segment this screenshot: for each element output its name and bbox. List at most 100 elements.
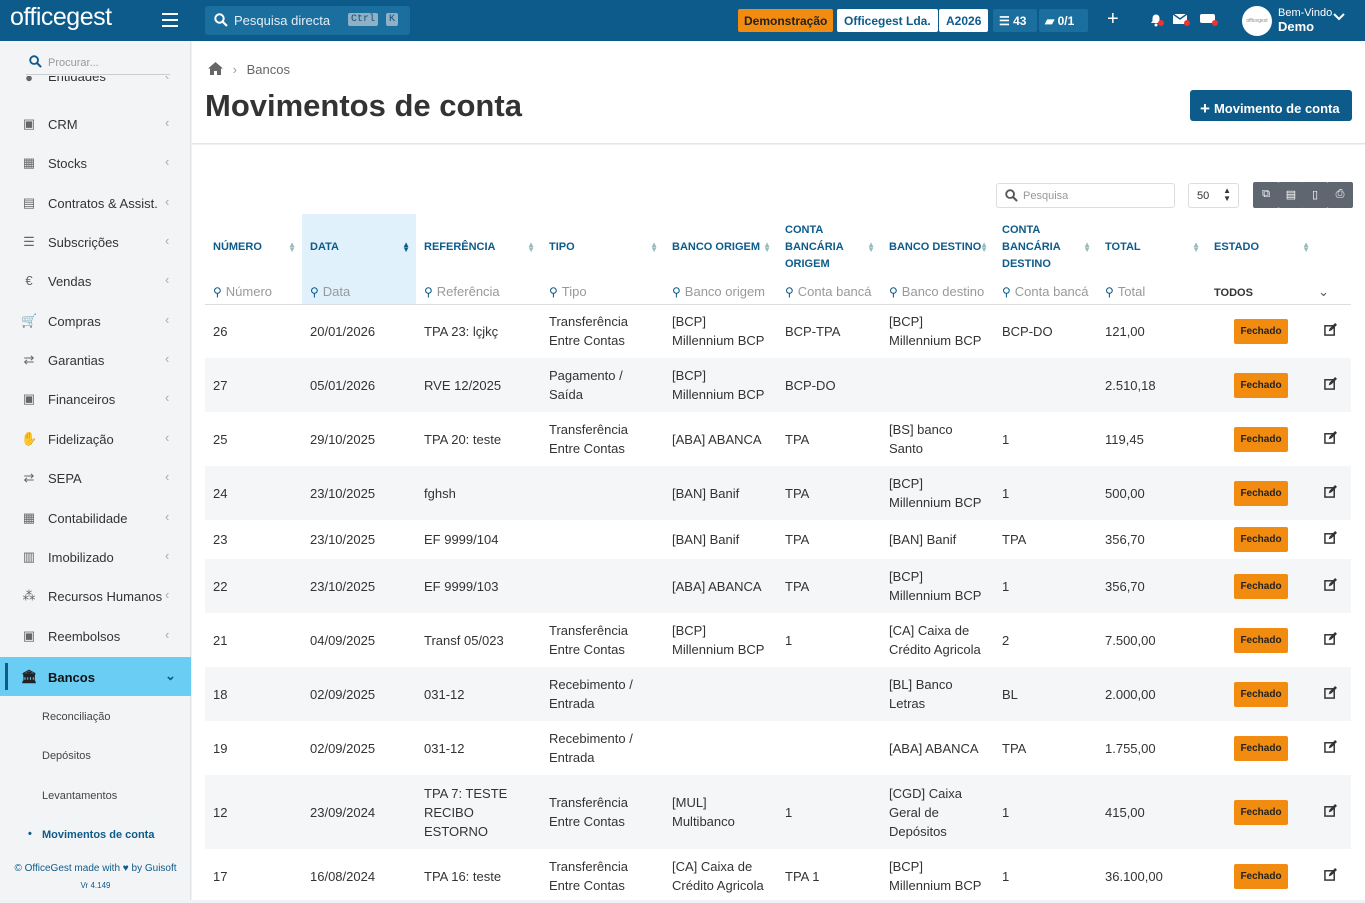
col-header-conta-origem[interactable]: CONTA BANCÁRIA ORIGEM ▲ ▼ bbox=[777, 214, 881, 280]
chat-icon[interactable] bbox=[1199, 11, 1219, 32]
edit-icon[interactable] bbox=[1324, 484, 1337, 501]
year-badge[interactable]: A2026 bbox=[939, 9, 989, 32]
cell-estado: Fechado bbox=[1206, 775, 1316, 849]
table-row[interactable]: 22 23/10/2025 EF 9999/103 [ABA] ABANCA TPA [B… bbox=[205, 559, 1351, 613]
user-menu[interactable]: Bem-Vindo Demo bbox=[1278, 7, 1332, 35]
edit-icon[interactable] bbox=[1324, 739, 1337, 756]
filter-banco-destino[interactable]: ⚲ Banco destino bbox=[881, 280, 994, 305]
sidebar-item-imobilizado[interactable]: ▥ Imobilizado ‹ bbox=[0, 537, 191, 576]
col-header-conta-destino[interactable]: CONTA BANCÁRIA DESTINO ▲ ▼ bbox=[994, 214, 1097, 280]
menu-toggle-icon[interactable] bbox=[162, 13, 178, 27]
cell-corig: TPA 1 bbox=[785, 868, 820, 884]
chevron-down-icon[interactable] bbox=[1333, 12, 1345, 24]
table-row[interactable]: 27 05/01/2026 RVE 12/2025 Pagamento / Saída… bbox=[205, 358, 1351, 412]
company-badge[interactable]: Officegest Lda. bbox=[837, 9, 938, 32]
table-row[interactable]: 24 23/10/2025 fghsh [BAN] Banif TPA [BCP] Mil… bbox=[205, 466, 1351, 520]
table-search-input[interactable]: Pesquisa bbox=[996, 183, 1175, 208]
table-row[interactable]: 17 16/08/2024 TPA 16: teste Transferência E… bbox=[205, 849, 1351, 903]
cell-borig bbox=[664, 667, 777, 721]
col-header-banco-origem[interactable]: BANCO ORIGEM ▲ ▼ bbox=[664, 214, 777, 280]
filter-total[interactable]: ⚲ Total bbox=[1097, 280, 1206, 305]
breadcrumb-bancos[interactable]: Bancos bbox=[247, 62, 290, 77]
filter-conta-destino[interactable]: ⚲ Conta bancá bbox=[994, 280, 1097, 305]
sidebar-item-reembolsos[interactable]: ▣ Reembolsos ‹ bbox=[0, 616, 191, 655]
sidebar-search-input[interactable]: Procurar... bbox=[26, 51, 170, 75]
sidebar-item-fidelizacao[interactable]: ✋ Fidelização ‹ bbox=[0, 419, 191, 458]
sidebar-item-financeiros[interactable]: ▣ Financeiros ‹ bbox=[0, 379, 191, 418]
col-header-data[interactable]: DATA ▲ ▼ bbox=[302, 214, 416, 280]
folders-counter[interactable]: ▰ 0/1 bbox=[1039, 9, 1088, 32]
sidebar-subitem-movimentos[interactable]: • Movimentos de conta bbox=[28, 828, 154, 841]
table-row[interactable]: 12 23/09/2024 TPA 7: TESTE RECIBO ESTORNO T… bbox=[205, 775, 1351, 849]
sidebar-item-subscricoes[interactable]: ☰ Subscrições ‹ bbox=[0, 222, 191, 261]
sidebar-item-garantias[interactable]: ⇄ Garantias ‹ bbox=[0, 340, 191, 379]
sidebar-item-crm[interactable]: ▣ CRM ‹ bbox=[0, 104, 191, 143]
sidebar-item-contratos[interactable]: ▤ Contratos & Assist. ‹ bbox=[0, 183, 191, 222]
cell-borig: [BCP] Millennium BCP bbox=[672, 623, 765, 657]
sidebar-subitem-depositos[interactable]: Depósitos bbox=[42, 750, 91, 762]
filter-tipo[interactable]: ⚲ Tipo bbox=[541, 280, 664, 305]
excel-export-button[interactable]: ▤ bbox=[1278, 182, 1304, 208]
edit-icon[interactable] bbox=[1324, 430, 1337, 447]
table-row[interactable]: 26 20/01/2026 TPA 23: lçjkç Transferência E… bbox=[205, 304, 1351, 358]
bell-icon[interactable] bbox=[1148, 11, 1164, 32]
sidebar-item-label: Bancos bbox=[48, 670, 95, 685]
demo-badge[interactable]: Demonstração bbox=[738, 9, 834, 32]
table-row[interactable]: 21 04/09/2025 Transf 05/023 Transferência E… bbox=[205, 613, 1351, 667]
pdf-export-button[interactable]: ▯ bbox=[1302, 182, 1328, 208]
edit-icon[interactable] bbox=[1324, 867, 1337, 884]
sidebar-item-stocks[interactable]: ▦ Stocks ‹ bbox=[0, 143, 191, 182]
sidebar-item-vendas[interactable]: € Vendas ‹ bbox=[0, 261, 191, 300]
sidebar-item-contabilidade[interactable]: ▦ Contabilidade ‹ bbox=[0, 498, 191, 537]
filter-referencia[interactable]: ⚲ Referência bbox=[416, 280, 541, 305]
edit-icon[interactable] bbox=[1324, 376, 1337, 393]
table-row[interactable]: 19 02/09/2025 031-12 Recebimento / Entrada [… bbox=[205, 721, 1351, 775]
col-header-banco-destino[interactable]: BANCO DESTINO ▲ ▼ bbox=[881, 214, 994, 280]
sidebar-item-entidades[interactable]: ● Entidades ‹ bbox=[0, 76, 191, 90]
sidebar-item-compras[interactable]: 🛒 Compras ‹ bbox=[0, 301, 191, 340]
filter-banco-origem[interactable]: ⚲ Banco origem bbox=[664, 280, 777, 305]
cell-borig bbox=[664, 721, 777, 775]
table-row[interactable]: 25 29/10/2025 TPA 20: teste Transferência E… bbox=[205, 412, 1351, 466]
sidebar-item-sepa[interactable]: ⇄ SEPA ‹ bbox=[0, 458, 191, 497]
new-movement-label: Movimento de conta bbox=[1213, 101, 1340, 116]
table-row[interactable]: 18 02/09/2025 031-12 Recebimento / Entrada [… bbox=[205, 667, 1351, 721]
col-header-total[interactable]: TOTAL ▲ ▼ bbox=[1097, 214, 1206, 280]
new-movement-button[interactable]: + Movimento de conta bbox=[1190, 90, 1352, 121]
filter-data[interactable]: ⚲ Data bbox=[302, 280, 416, 305]
table-row[interactable]: 23 23/10/2025 EF 9999/104 [BAN] Banif TPA [BA… bbox=[205, 520, 1351, 559]
sidebar-item-bancos[interactable]: 🏛 Bancos ⌄ bbox=[0, 657, 191, 696]
sidebar-item-recursos-humanos[interactable]: ⁂ Recursos Humanos ‹ bbox=[0, 576, 191, 615]
filter-conta-origem[interactable]: ⚲ Conta bancá bbox=[777, 280, 881, 305]
sidebar-subitem-levantamentos[interactable]: Levantamentos bbox=[42, 790, 117, 802]
col-header-referencia[interactable]: REFERÊNCIA ▲ ▼ bbox=[416, 214, 541, 280]
quick-search[interactable]: Pesquisa directa Ctrl K bbox=[205, 6, 410, 35]
sidebar-item-label: Recursos Humanos bbox=[48, 589, 163, 604]
col-header-tipo[interactable]: TIPO ▲ ▼ bbox=[541, 214, 664, 280]
chevron-left-icon: ‹ bbox=[165, 548, 170, 563]
sidebar-item-label: SEPA bbox=[48, 471, 82, 486]
copy-button[interactable]: ⧉ bbox=[1253, 182, 1279, 208]
filter-estado[interactable]: TODOS ⌄ bbox=[1206, 280, 1351, 305]
tasks-counter[interactable]: ☰ 43 bbox=[993, 9, 1037, 32]
sidebar-subitem-reconciliacao[interactable]: Reconciliação bbox=[42, 711, 110, 723]
home-icon[interactable] bbox=[208, 62, 223, 75]
edit-icon[interactable] bbox=[1324, 685, 1337, 702]
edit-icon[interactable] bbox=[1324, 577, 1337, 594]
footer-author[interactable]: by Guisoft bbox=[132, 863, 177, 874]
mail-icon[interactable] bbox=[1172, 11, 1190, 32]
col-header-estado[interactable]: ESTADO ▲ ▼ bbox=[1206, 214, 1316, 280]
page-size-select[interactable]: 50 ▲ ▼ bbox=[1188, 183, 1239, 208]
officegest-logo[interactable]: officegest bbox=[10, 3, 112, 32]
edit-icon[interactable] bbox=[1324, 322, 1337, 339]
plus-icon[interactable]: + bbox=[1107, 8, 1119, 31]
print-button[interactable]: ⎙ bbox=[1327, 182, 1353, 208]
edit-icon[interactable] bbox=[1324, 803, 1337, 820]
company-avatar[interactable]: officegest bbox=[1242, 6, 1272, 36]
col-header-numero[interactable]: NÚMERO ▲ ▼ bbox=[205, 214, 302, 280]
filter-numero[interactable]: ⚲ Número bbox=[205, 280, 302, 305]
cell-corig bbox=[777, 721, 881, 775]
edit-icon[interactable] bbox=[1324, 531, 1337, 547]
content-card: Pesquisa 50 ▲ ▼ ⧉ ▤ ▯ ⎙ NÚMERO ▲ ▼ DATA ▲ ▼ R… bbox=[192, 145, 1365, 900]
edit-icon[interactable] bbox=[1324, 631, 1337, 648]
